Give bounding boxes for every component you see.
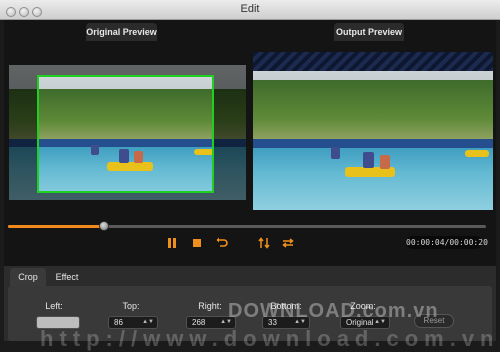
right-label: Right:: [198, 301, 222, 311]
watermark-url: http://www.download.com.vn: [40, 326, 500, 351]
flip-vertical-icon: [258, 237, 270, 249]
tab-crop[interactable]: Crop: [10, 268, 46, 286]
crop-rectangle[interactable]: [37, 75, 214, 193]
rewind-button[interactable]: [215, 236, 229, 250]
left-label: Left:: [45, 301, 63, 311]
stop-icon: [193, 239, 201, 247]
pause-icon: [168, 238, 176, 248]
crop-mask-left: [9, 65, 37, 200]
tab-effect[interactable]: Effect: [50, 268, 84, 286]
output-preview-label: Output Preview: [334, 23, 404, 41]
stop-button[interactable]: [190, 236, 204, 250]
output-video-frame: [253, 52, 493, 210]
pause-button[interactable]: [165, 236, 179, 250]
timeline-slider[interactable]: [8, 221, 486, 231]
rewind-icon: [216, 237, 228, 247]
watermark-logo: DOWNLOAD.com.vn: [228, 300, 439, 322]
flip-horizontal-button[interactable]: [281, 236, 295, 250]
original-preview-label: Original Preview: [86, 23, 157, 41]
window-titlebar: Edit: [0, 0, 500, 20]
flip-horizontal-icon: [282, 238, 294, 248]
output-preview: [253, 52, 493, 210]
crop-mask-right: [214, 65, 246, 200]
crop-mask-top: [37, 65, 214, 75]
top-label: Top:: [122, 301, 140, 311]
timeline-handle[interactable]: [98, 221, 109, 231]
playback-time: 00:00:04/00:00:20: [406, 236, 488, 249]
flip-vertical-button[interactable]: [257, 236, 271, 250]
crop-mask-bottom: [37, 193, 214, 200]
window-title: Edit: [240, 3, 260, 15]
original-preview[interactable]: [9, 65, 246, 200]
timeline-progress: [8, 225, 104, 228]
